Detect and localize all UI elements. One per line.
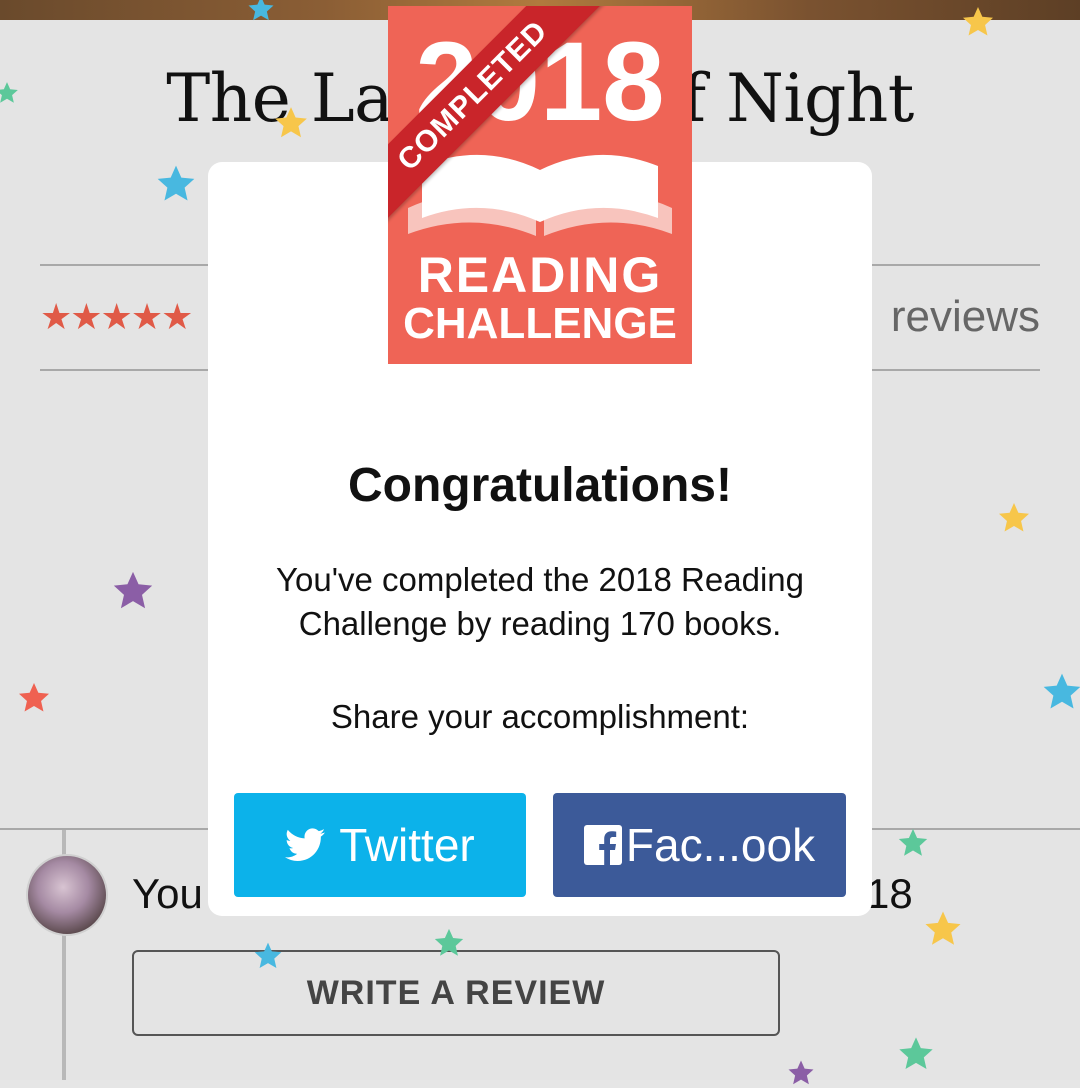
star-icon (960, 4, 996, 40)
star-icon (252, 940, 284, 972)
write-review-button[interactable]: WRITE A REVIEW (132, 950, 780, 1036)
badge-line-challenge: CHALLENGE (403, 299, 677, 348)
star-icon (0, 80, 20, 106)
share-facebook-button[interactable]: Fac...ook (553, 793, 846, 897)
share-prompt: Share your accomplishment: (330, 698, 750, 735)
twitter-label: Twitter (339, 819, 475, 871)
star-icon (896, 826, 930, 860)
shelf-status-date: 18 (866, 870, 913, 917)
facebook-label: Fac...ook (625, 819, 816, 871)
reading-challenge-badge: 2018 READING CHALLENGE COMPLETED (388, 6, 692, 364)
star-icon (1040, 670, 1080, 714)
star-icon (896, 1034, 936, 1074)
star-icon (110, 568, 156, 614)
star-icon (16, 680, 52, 716)
shelf-status-text: You (132, 870, 203, 917)
star-icon (154, 162, 198, 206)
star-icon (432, 926, 466, 960)
badge-line-reading: READING (417, 247, 663, 303)
star-icon (996, 500, 1032, 536)
dialog-message: You've completed the 2018 Reading Challe… (276, 561, 804, 642)
dialog-heading: Congratulations! (348, 459, 732, 512)
star-icon (786, 1058, 816, 1088)
twitter-bird-icon (285, 828, 326, 862)
star-icon (246, 0, 276, 24)
share-twitter-button[interactable]: Twitter (234, 793, 526, 897)
rating-stars[interactable]: ★★★★★ (40, 296, 193, 338)
star-icon (272, 104, 310, 142)
avatar[interactable] (26, 854, 108, 936)
star-icon (922, 908, 964, 950)
facebook-f-icon (583, 825, 622, 865)
reviews-label[interactable]: reviews (891, 292, 1040, 342)
